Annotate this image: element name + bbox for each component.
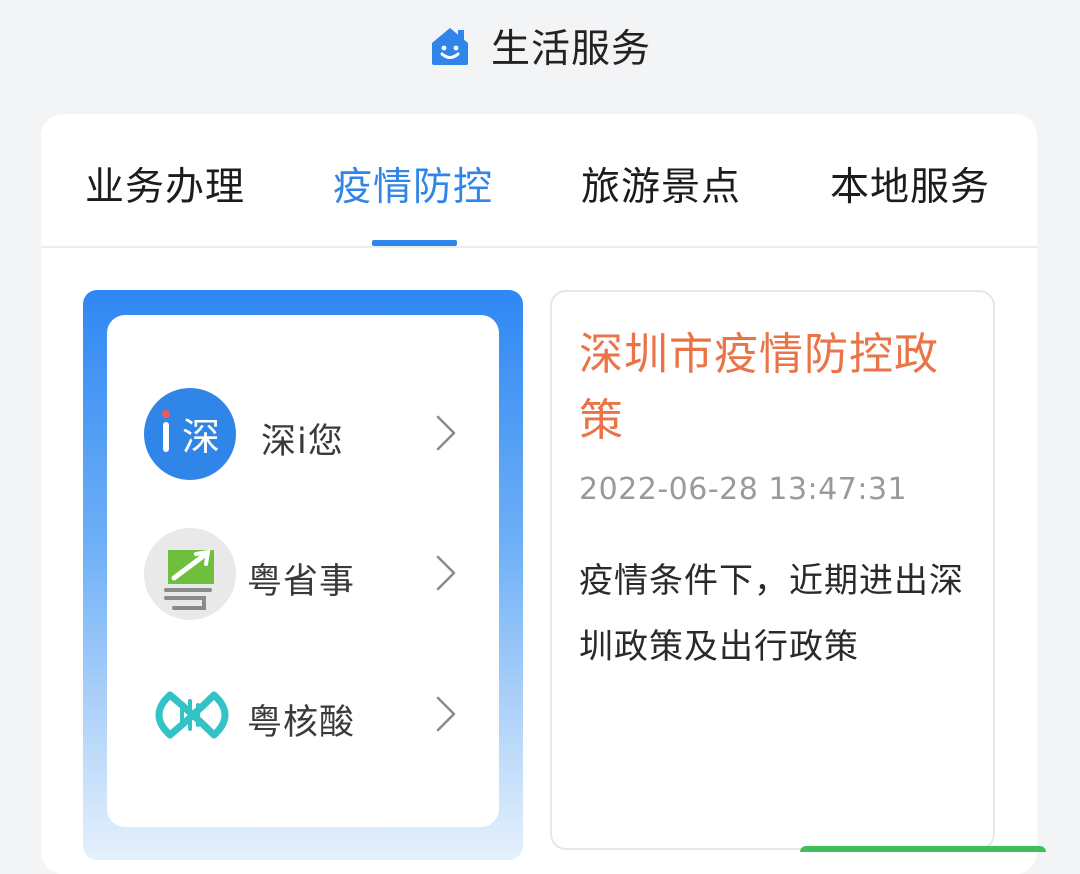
active-tab-indicator [372,240,457,246]
tab-local-services[interactable]: 本地服务 [830,156,990,212]
service-card: 业务办理 疫情防控 旅游景点 本地服务 深 深i您 粤省事 粤核酸 深圳市疫情防… [41,114,1037,874]
yue-sheng-shi-logo-icon [144,528,236,620]
app-label: 深i您 [261,422,344,462]
news-title: 深圳市疫情防控政策 [579,329,939,446]
chevron-right-icon [436,555,456,591]
news-card[interactable]: 深圳市疫情防控政策 2022-06-28 13:47:31 疫情条件下，近期进出… [550,290,995,850]
yue-he-suan-logo-icon [155,691,229,739]
section-header: 生活服务 [0,0,1080,95]
chevron-right-icon [436,696,456,732]
app-label: 粤核酸 [247,703,356,743]
bottom-edge-strip [800,846,1046,852]
tab-tourism[interactable]: 旅游景点 [581,156,741,212]
apps-list: 深 深i您 粤省事 粤核酸 [107,315,499,827]
news-description: 疫情条件下，近期进出深圳政策及出行政策 [579,561,964,667]
shen-i-nin-logo-icon: 深 [144,388,236,480]
app-item-yue-sheng-shi[interactable]: 粤省事 [107,523,499,623]
chevron-right-icon [436,415,456,451]
tab-epidemic-control[interactable]: 疫情防控 [333,156,493,212]
app-item-yue-he-suan[interactable]: 粤核酸 [107,664,499,764]
home-smile-icon [431,27,468,65]
tab-business[interactable]: 业务办理 [85,156,245,212]
apps-panel: 深 深i您 粤省事 粤核酸 [83,290,523,860]
app-label: 粤省事 [247,562,356,602]
section-title: 生活服务 [490,26,651,72]
app-item-shen-i-nin[interactable]: 深 深i您 [107,383,499,483]
news-timestamp: 2022-06-28 13:47:31 [579,472,908,507]
svg-text:深: 深 [182,415,220,459]
tab-bar: 业务办理 疫情防控 旅游景点 本地服务 [41,114,1037,248]
